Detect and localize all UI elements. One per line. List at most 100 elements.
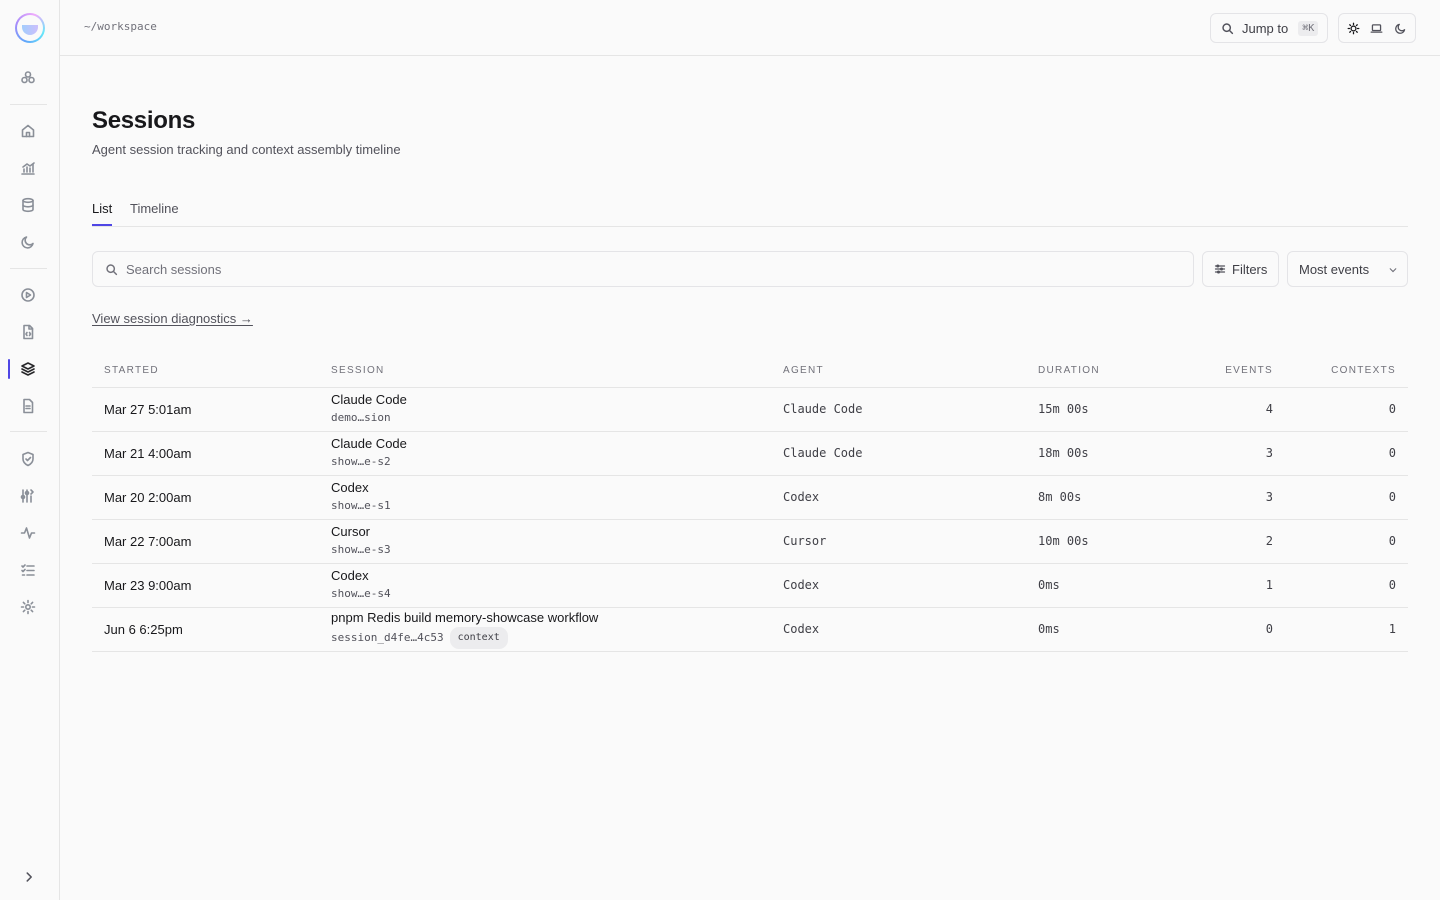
session-id-text: show…e-s1 bbox=[331, 499, 391, 512]
agent-cell: Codex bbox=[783, 475, 1038, 520]
column-header-session[interactable]: SESSION bbox=[331, 355, 783, 388]
database-icon[interactable] bbox=[19, 196, 37, 214]
session-cell: pnpm Redis build memory-showcase workflo… bbox=[331, 607, 783, 652]
started-cell: Mar 22 7:00am bbox=[92, 519, 331, 564]
theme-switcher bbox=[1338, 13, 1416, 43]
session-name: Codex bbox=[331, 568, 369, 583]
session-id: show…e-s4 bbox=[331, 585, 783, 603]
table-header-row: STARTED SESSION AGENT DURATION EVENTS CO… bbox=[92, 355, 1408, 388]
agent-cell: Claude Code bbox=[783, 431, 1038, 476]
filters-label: Filters bbox=[1232, 261, 1268, 277]
duration-cell: 8m 00s bbox=[1038, 475, 1158, 520]
contexts-cell: 0 bbox=[1273, 475, 1408, 520]
events-cell: 0 bbox=[1158, 607, 1273, 652]
session-cell: Claude Code demo…sion bbox=[331, 387, 783, 432]
document-icon[interactable] bbox=[19, 397, 37, 415]
laptop-icon bbox=[1371, 23, 1383, 33]
system-theme-button[interactable] bbox=[1366, 17, 1387, 39]
events-cell: 1 bbox=[1158, 563, 1273, 608]
table-row[interactable]: Mar 23 9:00am Codex show…e-s4 Codex 0ms … bbox=[92, 563, 1408, 608]
sidebar-divider bbox=[10, 104, 47, 105]
session-id: session_d4fe…4c53 context bbox=[331, 627, 783, 649]
activity-icon[interactable] bbox=[19, 524, 37, 542]
moon-icon bbox=[1394, 23, 1406, 34]
components-icon[interactable] bbox=[19, 69, 37, 87]
table-row[interactable]: Jun 6 6:25pm pnpm Redis build memory-sho… bbox=[92, 607, 1408, 652]
sidebar-divider bbox=[10, 268, 47, 269]
page-title: Sessions bbox=[92, 107, 195, 134]
session-name: pnpm Redis build memory-showcase workflo… bbox=[331, 610, 599, 625]
session-id: demo…sion bbox=[331, 409, 783, 427]
column-header-duration[interactable]: DURATION bbox=[1038, 355, 1158, 388]
dark-theme-button[interactable] bbox=[1390, 17, 1411, 39]
contexts-cell: 0 bbox=[1273, 431, 1408, 476]
tab-timeline[interactable]: Timeline bbox=[130, 201, 179, 224]
sidebar-active-indicator bbox=[8, 359, 10, 379]
session-id-text: demo…sion bbox=[331, 411, 391, 424]
duration-cell: 18m 00s bbox=[1038, 431, 1158, 476]
table-row[interactable]: Mar 27 5:01am Claude Code demo…sion Clau… bbox=[92, 387, 1408, 432]
search-box[interactable] bbox=[92, 251, 1194, 287]
sun-icon bbox=[1347, 22, 1360, 34]
agent-cell: Codex bbox=[783, 607, 1038, 652]
session-name: Cursor bbox=[331, 524, 371, 539]
session-id: show…e-s1 bbox=[331, 497, 783, 515]
session-diagnostics-link[interactable]: View session diagnostics → bbox=[92, 311, 253, 326]
tab-bar: List Timeline bbox=[92, 198, 1408, 227]
file-code-icon[interactable] bbox=[19, 323, 37, 341]
column-header-agent[interactable]: AGENT bbox=[783, 355, 1038, 388]
app-logo[interactable] bbox=[15, 13, 45, 43]
layers-icon[interactable] bbox=[19, 360, 37, 378]
jump-to-button[interactable]: Jump to ⌘K bbox=[1210, 13, 1328, 43]
session-id-text: show…e-s4 bbox=[331, 587, 391, 600]
session-cell: Cursor show…e-s3 bbox=[331, 519, 783, 564]
light-theme-button[interactable] bbox=[1343, 17, 1364, 39]
tools-icon[interactable] bbox=[19, 487, 37, 505]
analytics-icon[interactable] bbox=[19, 159, 37, 177]
table-row[interactable]: Mar 21 4:00am Claude Code show…e-s2 Clau… bbox=[92, 431, 1408, 476]
column-header-events[interactable]: EVENTS bbox=[1158, 355, 1273, 388]
contexts-cell: 0 bbox=[1273, 563, 1408, 608]
duration-cell: 10m 00s bbox=[1038, 519, 1158, 564]
session-name: Claude Code bbox=[331, 436, 407, 451]
events-cell: 4 bbox=[1158, 387, 1273, 432]
gear-icon[interactable] bbox=[19, 598, 37, 616]
sessions-table: STARTED SESSION AGENT DURATION EVENTS CO… bbox=[92, 355, 1408, 652]
search-input[interactable] bbox=[126, 261, 1126, 277]
agent-cell: Claude Code bbox=[783, 387, 1038, 432]
duration-cell: 15m 00s bbox=[1038, 387, 1158, 432]
session-name: Claude Code bbox=[331, 392, 407, 407]
sort-select[interactable]: Most events bbox=[1287, 251, 1408, 287]
sliders-icon bbox=[1214, 264, 1226, 274]
session-cell: Codex show…e-s1 bbox=[331, 475, 783, 520]
events-cell: 2 bbox=[1158, 519, 1273, 564]
chevron-down-icon bbox=[1389, 268, 1397, 273]
contexts-cell: 0 bbox=[1273, 519, 1408, 564]
checklist-icon[interactable] bbox=[19, 561, 37, 579]
play-icon[interactable] bbox=[19, 286, 37, 304]
moon-icon[interactable] bbox=[19, 233, 37, 251]
context-badge: context bbox=[449, 627, 508, 649]
expand-sidebar-icon[interactable] bbox=[22, 870, 38, 886]
events-cell: 3 bbox=[1158, 475, 1273, 520]
sort-label: Most events bbox=[1299, 261, 1370, 277]
table-row[interactable]: Mar 20 2:00am Codex show…e-s1 Codex 8m 0… bbox=[92, 475, 1408, 520]
tab-list[interactable]: List bbox=[92, 201, 113, 226]
started-cell: Mar 23 9:00am bbox=[92, 563, 331, 608]
contexts-cell: 0 bbox=[1273, 387, 1408, 432]
shield-icon[interactable] bbox=[19, 450, 37, 468]
session-cell: Codex show…e-s4 bbox=[331, 563, 783, 608]
column-header-contexts[interactable]: CONTEXTS bbox=[1273, 355, 1408, 388]
home-icon[interactable] bbox=[19, 122, 37, 140]
page-subtitle: Agent session tracking and context assem… bbox=[92, 142, 401, 157]
duration-cell: 0ms bbox=[1038, 607, 1158, 652]
agent-cell: Cursor bbox=[783, 519, 1038, 564]
column-header-started[interactable]: STARTED bbox=[92, 355, 331, 388]
table-row[interactable]: Mar 22 7:00am Cursor show…e-s3 Cursor 10… bbox=[92, 519, 1408, 564]
session-id-text: session_d4fe…4c53 bbox=[331, 631, 444, 644]
breadcrumb[interactable]: ~/workspace bbox=[84, 20, 157, 33]
session-id: show…e-s3 bbox=[331, 541, 783, 559]
session-id: show…e-s2 bbox=[331, 453, 783, 471]
filters-button[interactable]: Filters bbox=[1202, 251, 1279, 287]
session-name: Codex bbox=[331, 480, 369, 495]
